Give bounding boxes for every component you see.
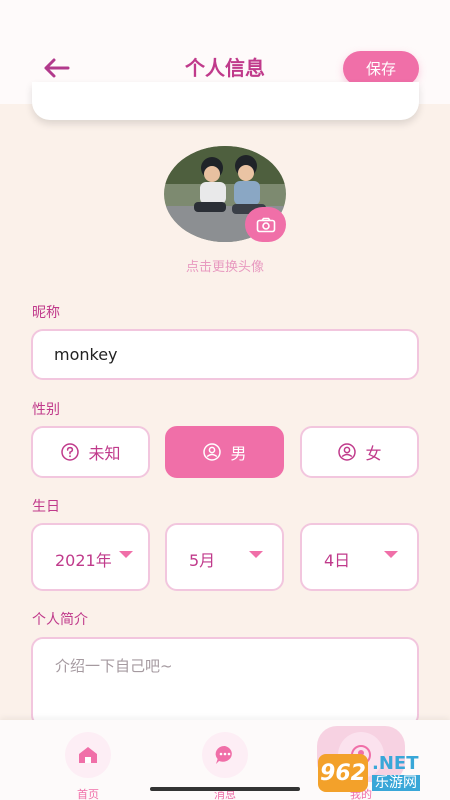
gender-option-unknown[interactable]: 未知 [31,426,150,478]
top-card [32,82,419,120]
chevron-down-icon [384,551,398,558]
watermark-cn: 乐游网 [372,775,420,791]
bio-field[interactable]: 介绍一下自己吧~ [31,637,419,727]
birthday-month-select[interactable]: 5月 [165,523,284,591]
gender-option-female[interactable]: 女 [300,426,419,478]
birthday-year-select[interactable]: 2021年 [31,523,150,591]
nav-icon-circle [202,732,248,778]
nickname-field[interactable]: monkey [31,329,419,380]
save-button[interactable]: 保存 [343,51,419,86]
bio-label: 个人简介 [32,612,88,628]
birthday-day-select[interactable]: 4日 [300,523,419,591]
chevron-down-icon [119,551,133,558]
user-circle-icon [203,443,222,461]
nav-item-home[interactable]: 首页 [58,732,118,800]
chat-bubble-icon [215,745,232,764]
back-button[interactable] [38,52,74,84]
year-value: 2021年 [55,551,112,570]
birthday-label: 生日 [32,499,60,515]
chevron-down-icon [249,551,263,558]
nav-icon-circle [65,732,111,778]
home-indicator [150,787,300,791]
site-watermark: 962 .NET 乐游网 [318,750,446,796]
gender-label: 性别 [32,402,60,418]
question-circle-icon [61,443,80,461]
change-avatar-button[interactable] [245,207,286,242]
nav-label: 首页 [77,788,99,800]
nickname-label: 昵称 [32,305,60,321]
month-value: 5月 [189,551,216,570]
watermark-text: .NET 乐游网 [372,755,420,791]
watermark-badge: 962 [318,754,368,792]
gender-option-male[interactable]: 男 [165,426,284,478]
change-avatar-hint[interactable]: 点击更换头像 [0,256,450,275]
gender-option-label: 未知 [88,444,121,463]
gender-option-label: 男 [230,444,247,463]
camera-icon [256,217,275,232]
watermark-net: .NET [372,753,419,774]
home-icon [79,747,97,763]
gender-option-label: 女 [365,444,382,463]
user-circle-icon [338,443,357,461]
arrow-left-icon [44,58,70,78]
day-value: 4日 [324,551,351,570]
